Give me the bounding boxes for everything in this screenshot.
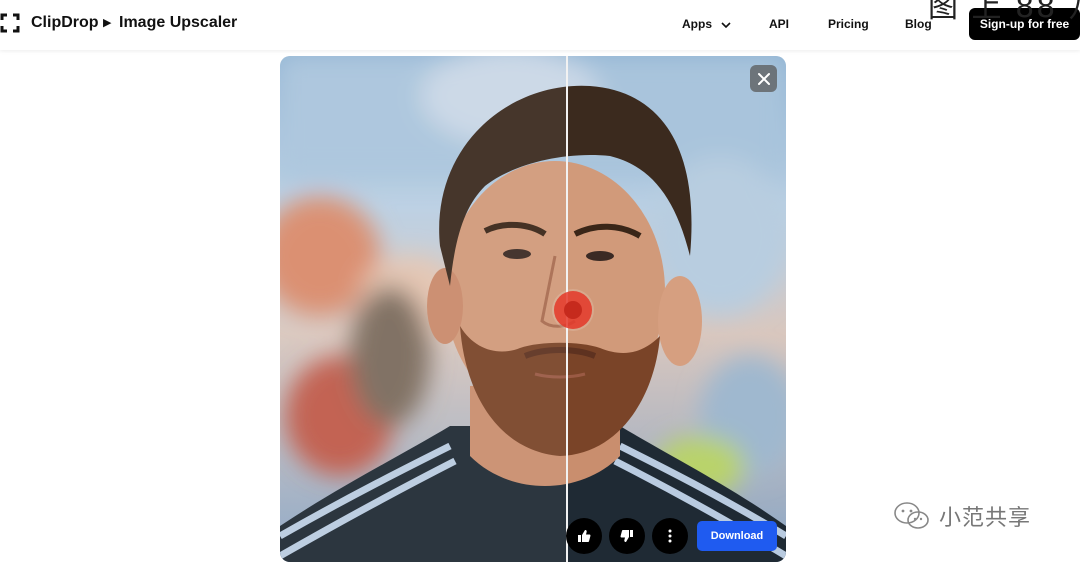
dislike-button[interactable] [609,518,645,554]
slider-handle-knob [564,301,582,319]
nav-pricing-link[interactable]: Pricing [828,17,869,31]
watermark: 小范共享 [893,500,1031,532]
brand-name[interactable]: ClipDrop [31,14,99,32]
portrait-image [280,56,786,562]
more-options-button[interactable] [652,518,688,554]
breadcrumb-separator: ▶ [103,17,112,29]
close-icon [757,72,770,85]
like-button[interactable] [566,518,602,554]
comparison-slider-handle[interactable] [554,291,592,329]
download-button[interactable]: Download [697,521,777,551]
overlay-caption-text: 图 上 88 八 [928,0,1080,25]
close-button[interactable] [750,65,777,92]
wechat-icon [894,502,929,529]
watermark-text: 小范共享 [939,506,1032,531]
chevron-down-icon [721,22,731,28]
thumbs-up-icon [578,530,591,542]
nav-api-link[interactable]: API [769,17,789,31]
top-nav-bar: ClipDrop ▶ Image Upscaler Apps API Prici… [0,0,1080,50]
upscale-comparison-viewer[interactable]: Download [280,56,786,562]
clipdrop-logo-icon[interactable] [0,13,20,33]
breadcrumb-page-title: Image Upscaler [119,14,238,31]
more-vertical-icon [668,529,672,543]
nav-apps-label: Apps [682,17,712,31]
nav-apps-dropdown[interactable]: Apps [682,17,731,31]
thumbs-down-icon [620,530,633,542]
